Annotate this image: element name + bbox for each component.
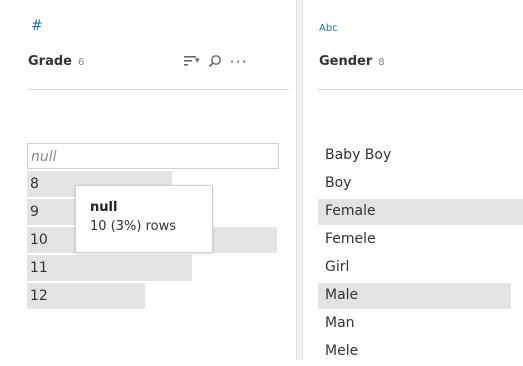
- grade-value-count: 6: [77, 57, 85, 68]
- grade-value-label: 9: [30, 204, 39, 220]
- gender-value-row[interactable]: Femele: [318, 226, 523, 254]
- tooltip: null 10 (3%) rows: [75, 185, 213, 253]
- grade-value-row[interactable]: 11: [27, 254, 279, 282]
- grade-column: # Grade 6 ▾ ··· null 8 9 10 11 12 null 10 (3%)…: [0, 0, 296, 360]
- gender-value-label: Male: [325, 287, 359, 303]
- search-icon: [208, 55, 221, 68]
- gender-value-row[interactable]: Male: [318, 282, 523, 310]
- string-type-icon: Abc: [319, 23, 338, 34]
- gender-value-label: Baby Boy: [325, 147, 392, 163]
- gender-header-divider: [318, 89, 523, 90]
- grade-value-label: 12: [30, 288, 48, 304]
- grade-value-label: null: [31, 149, 57, 165]
- column-separator[interactable]: [296, 0, 303, 360]
- grade-field-title: Grade: [28, 54, 72, 69]
- gender-value-row[interactable]: Girl: [318, 254, 523, 282]
- grade-value-label: 11: [30, 260, 48, 276]
- gender-value-row[interactable]: Female: [318, 198, 523, 226]
- grade-value-row[interactable]: null: [27, 142, 279, 170]
- null-value-bar: null: [27, 143, 279, 169]
- number-type-icon: #: [31, 18, 43, 34]
- gender-column: Abc Gender 8 Baby Boy Boy Female Femele Girl M…: [303, 0, 523, 360]
- grade-header-divider: [27, 89, 289, 90]
- gender-value-count: 8: [378, 57, 385, 68]
- gender-value-row[interactable]: Baby Boy: [318, 142, 523, 170]
- gender-value-label: Man: [325, 315, 355, 331]
- grade-toolbar: ▾ ···: [183, 51, 248, 71]
- gender-value-row[interactable]: Boy: [318, 170, 523, 198]
- grade-value-label: 10: [30, 232, 48, 248]
- gender-value-label: Girl: [325, 259, 350, 275]
- sort-button[interactable]: ▾: [183, 52, 200, 70]
- grade-value-bar: 11: [27, 255, 192, 281]
- gender-value-label: Femele: [325, 231, 376, 247]
- gender-value-row[interactable]: Mele: [318, 338, 523, 366]
- grade-field-header[interactable]: Grade 6: [28, 54, 84, 69]
- search-button[interactable]: [208, 52, 222, 70]
- gender-field-header[interactable]: Gender 8: [319, 54, 385, 69]
- grade-value-row[interactable]: 12: [27, 282, 279, 310]
- gender-value-list: Baby Boy Boy Female Femele Girl Male Man Mele: [318, 142, 523, 366]
- gender-value-row[interactable]: Man: [318, 310, 523, 338]
- gender-field-title: Gender: [319, 54, 373, 69]
- tooltip-row-count: 10 (3%) rows: [90, 219, 176, 234]
- tooltip-title: null: [90, 200, 118, 215]
- more-options-button[interactable]: ···: [229, 51, 248, 71]
- grade-value-bar: 12: [27, 283, 145, 309]
- gender-value-label: Female: [325, 203, 376, 219]
- sort-dropdown-icon: ▾: [195, 56, 200, 66]
- gender-value-label: Mele: [325, 343, 359, 359]
- more-icon: ···: [229, 51, 248, 71]
- gender-value-label: Boy: [325, 175, 352, 191]
- grade-value-label: 8: [30, 176, 39, 192]
